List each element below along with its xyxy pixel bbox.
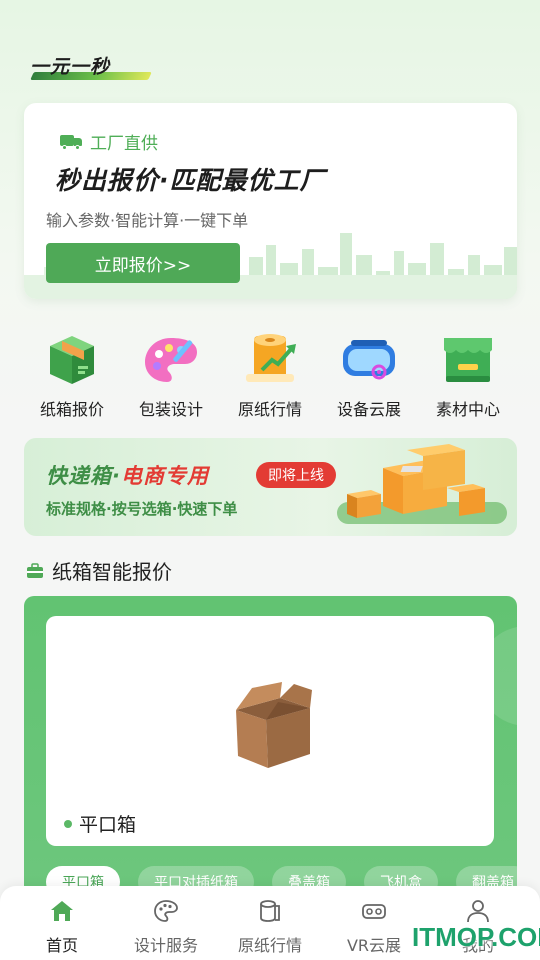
site-watermark: ITMOP.COM xyxy=(412,922,540,952)
logo-text: 一元一秒 xyxy=(30,56,111,78)
section-title-text: 纸箱智能报价 xyxy=(52,560,172,584)
tab-vr-expo[interactable]: VR云展 xyxy=(324,886,424,960)
promo-subtitle: 标准规格·按号选箱·快速下单 xyxy=(46,500,238,518)
hero-title: 秒出报价·匹配最优工厂 xyxy=(55,166,326,195)
box-type-caption: 平口箱 xyxy=(64,810,136,837)
smart-quote-card: 平口箱 平口箱 平口对插纸箱 叠盖箱 飞机盒 翻盖箱 xyxy=(24,596,517,906)
storefront-icon xyxy=(444,338,492,382)
tab-label: 设计服务 xyxy=(133,936,198,955)
caption-dot xyxy=(64,819,72,828)
home-icon xyxy=(51,901,73,921)
factory-direct-label: 工厂直供 xyxy=(90,134,158,154)
quick-label: 设备云展 xyxy=(336,400,401,419)
quick-label: 原纸行情 xyxy=(237,400,302,419)
quick-item-paper-market[interactable]: 原纸行情 xyxy=(222,330,318,420)
quote-now-button[interactable]: 立即报价>> xyxy=(46,243,240,283)
vr-icon xyxy=(362,904,386,919)
paper-roll-icon xyxy=(260,900,280,922)
paper-roll-chart-icon xyxy=(246,334,296,382)
quick-label: 包装设计 xyxy=(138,400,203,419)
quick-item-material-center[interactable]: 素材中心 xyxy=(420,330,516,420)
quick-item-carton-quote[interactable]: 纸箱报价 xyxy=(24,330,120,420)
quick-entry-grid: 纸箱报价 包装设计 原纸行情 设备云展 素材中心 xyxy=(24,330,516,420)
open-carton-box-image xyxy=(236,682,312,768)
promo-title-accent: 电商专用 xyxy=(120,464,209,488)
tab-paper-market[interactable]: 原纸行情 xyxy=(220,886,320,960)
tab-label: 首页 xyxy=(45,936,78,955)
quick-item-equipment-expo[interactable]: 设备云展 xyxy=(321,330,417,420)
box-preview-panel[interactable]: 平口箱 xyxy=(46,616,494,846)
express-box-banner[interactable]: 快递箱·电商专用 即将上线 标准规格·按号选箱·快速下单 xyxy=(24,438,517,536)
palette-icon xyxy=(145,338,197,382)
tab-label: VR云展 xyxy=(346,936,402,955)
factory-direct-tag: 工厂直供 xyxy=(60,129,158,154)
tab-home[interactable]: 首页 xyxy=(12,886,112,960)
coming-soon-badge: 即将上线 xyxy=(256,462,336,488)
quick-label: 纸箱报价 xyxy=(39,400,104,419)
section-title: 纸箱智能报价 xyxy=(26,556,172,585)
briefcase-box-icon xyxy=(27,562,43,578)
user-icon xyxy=(467,900,489,923)
promo-title-main: 快递箱· xyxy=(46,464,121,488)
app-logo: 一元一秒 xyxy=(30,52,152,84)
hero-banner[interactable]: 工厂直供 秒出报价·匹配最优工厂 输入参数·智能计算·一键下单 立即报价>> xyxy=(24,103,517,299)
carton-box-icon xyxy=(50,336,94,384)
box-type-label: 平口箱 xyxy=(79,814,137,836)
quick-label: 素材中心 xyxy=(435,400,500,419)
tab-design-service[interactable]: 设计服务 xyxy=(116,886,216,960)
vr-goggles-icon xyxy=(343,340,395,380)
shipping-boxes-illustration xyxy=(337,444,507,524)
truck-icon xyxy=(60,134,84,150)
palette-outline-icon xyxy=(154,900,178,922)
quick-item-packaging-design[interactable]: 包装设计 xyxy=(123,330,219,420)
tab-label: 原纸行情 xyxy=(237,936,302,955)
promo-title: 快递箱·电商专用 xyxy=(46,460,209,490)
